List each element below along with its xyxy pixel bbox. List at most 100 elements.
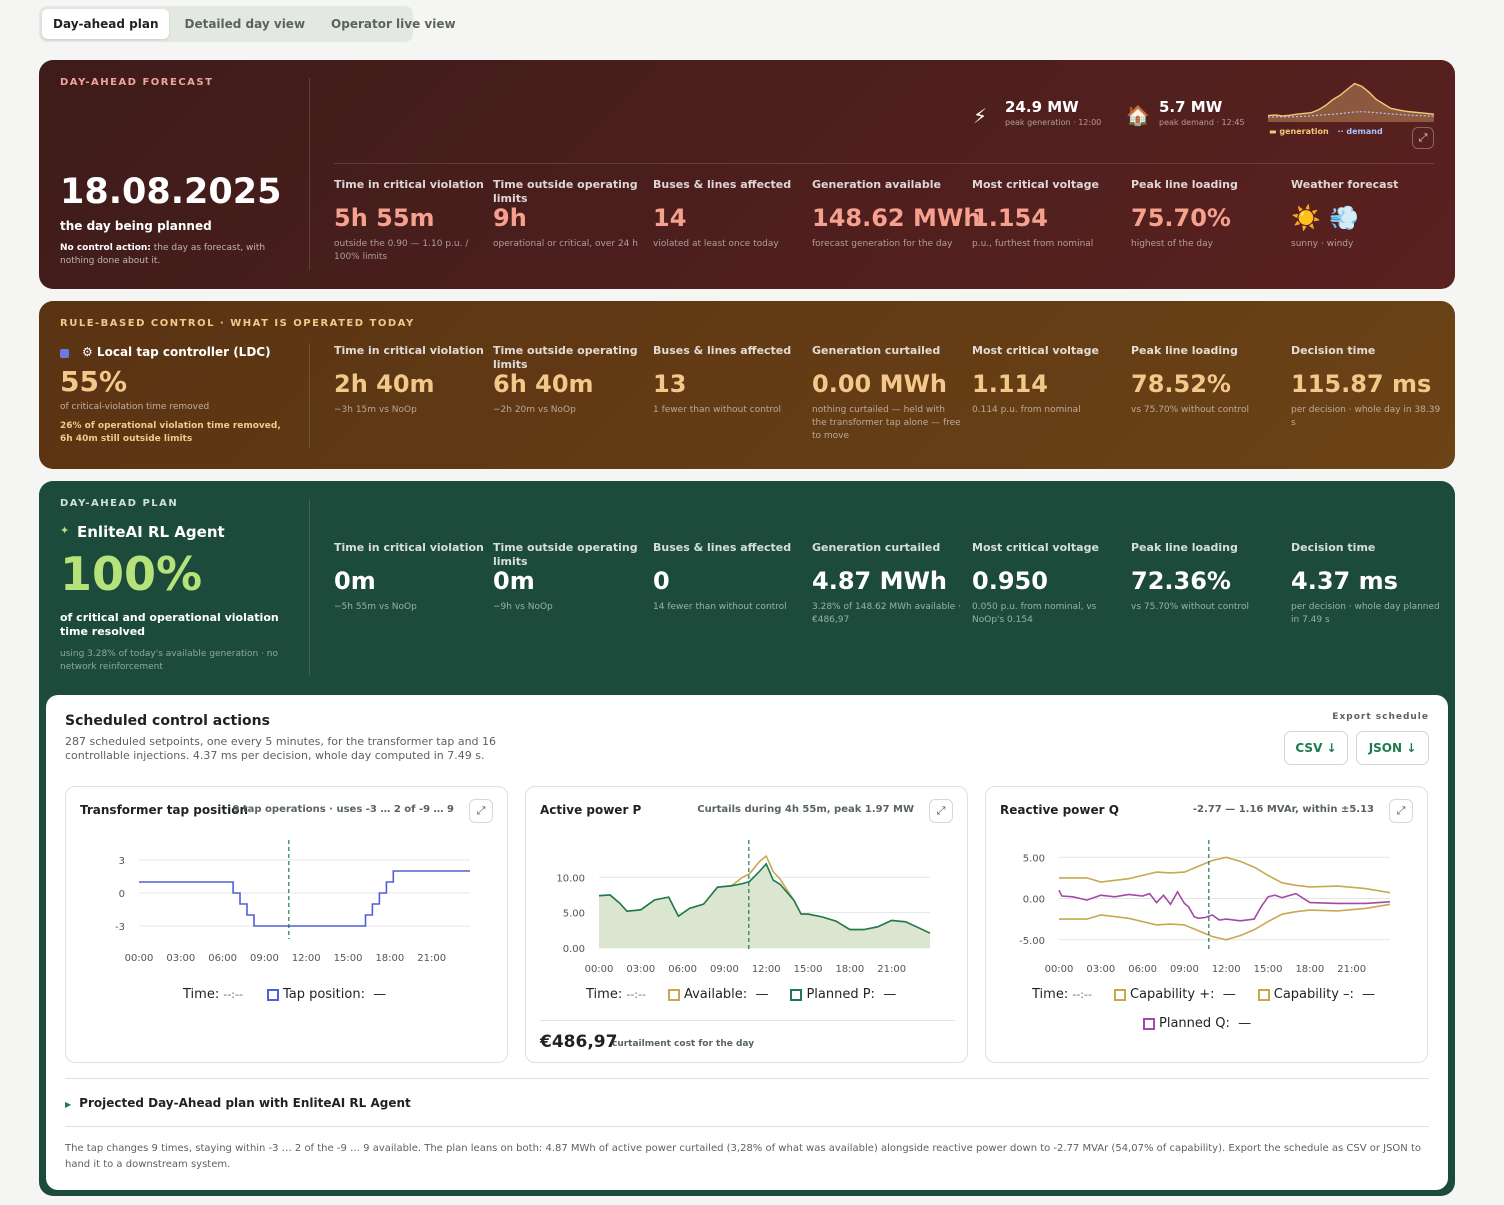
projected-plan-toggle[interactable]: ▶ Projected Day-Ahead plan with EnliteAI … — [65, 1096, 411, 1110]
expand-icon[interactable]: ⤢ — [1412, 127, 1434, 149]
x-tick-label: 15:00 — [334, 953, 363, 964]
q-panel-title: Reactive power Q — [1000, 803, 1119, 817]
kpi-subtext: forecast generation for the day — [812, 239, 953, 249]
y-tick-label: -3 — [115, 922, 125, 933]
expand-icon[interactable]: ⤢ — [929, 799, 953, 823]
plan-pct: 100% — [60, 547, 203, 601]
x-tick-label: 15:00 — [794, 964, 823, 975]
legend-planned-q-label: Planned Q: — [1159, 1016, 1230, 1031]
x-tick-label: 06:00 — [208, 953, 237, 964]
x-tick-label: 12:00 — [1212, 964, 1241, 975]
tap-position-chart[interactable]: 3 0 -3 00:00 03:00 06:00 09:00 12:00 15:00 18:00 2… — [66, 837, 509, 987]
rule-note: 26% of operational violation time remove… — [60, 421, 281, 444]
kpi-subtext: highest of the day — [1131, 239, 1213, 249]
tab-operator-live-view[interactable]: Operator live view — [320, 9, 467, 39]
kpi-forecast-4: Most critical voltage 1.154 p.u., furthest… — [972, 178, 1122, 249]
x-tick-label: 00:00 — [125, 953, 154, 964]
peak-generation-value: 24.9 MW — [1005, 98, 1079, 116]
kpi-value: ☀️ 💨 — [1291, 204, 1360, 232]
kpi-value: 5h 55m — [334, 204, 435, 232]
x-tick-label: 03:00 — [166, 953, 195, 964]
schedule-footer: The tap changes 9 times, staying within … — [65, 1143, 1421, 1170]
kpi-subtext: 14 fewer than without control — [653, 602, 787, 612]
legend-swatch-cap-minus — [1257, 988, 1270, 1001]
capability-plus-line — [1059, 856, 1391, 894]
reactive-power-chart[interactable]: 5.00 0.00 -5.00 00:00 03:00 06:00 09:00 12:00 15… — [986, 837, 1429, 987]
kpi-label: Peak line loading — [1131, 344, 1238, 357]
kpi-value: 78.52% — [1131, 370, 1231, 398]
kpi-value: 75.70% — [1131, 204, 1231, 232]
peak-generation-caption: peak generation · 12:00 — [1005, 118, 1102, 127]
legend-swatch-cap-plus — [1113, 988, 1126, 1001]
forecast-note: No control action: the day as forecast, … — [60, 242, 275, 268]
kpi-plan-4: Most critical voltage 0.950 0.050 p.u. fro… — [972, 541, 1122, 625]
x-tick-label: 00:00 — [1045, 964, 1074, 975]
kpi-label: Time in critical violation — [334, 344, 484, 357]
kpi-label: Buses & lines affected — [653, 541, 792, 554]
x-tick-label: 12:00 — [752, 964, 781, 975]
legend-planned-p-label: Planned P: — [806, 987, 875, 1002]
kpi-value: 115.87 ms — [1291, 370, 1432, 398]
peak-demand-caption: peak demand · 12:45 — [1159, 118, 1245, 127]
x-tick-label: 21:00 — [1337, 964, 1366, 975]
x-tick-label: 09:00 — [1170, 964, 1199, 975]
export-csv-button[interactable]: CSV ↓ — [1284, 731, 1348, 765]
tap-legend: Time: --:-- Tap position: — — [183, 987, 386, 1002]
kpi-value: 0m — [493, 567, 535, 595]
kpi-value: 0.00 MWh — [812, 370, 948, 398]
x-tick-label: 15:00 — [1254, 964, 1283, 975]
tap-position-line — [139, 870, 470, 927]
legend-available-value: — — [755, 987, 769, 1002]
kpi-subtext: per decision · whole day in 38.39 s — [1291, 405, 1441, 428]
kpi-value: 0 — [653, 567, 670, 595]
active-power-chart[interactable]: 10.00 5.00 0.0000:00 03:00 06:00 09:00 12:00 15… — [526, 837, 969, 987]
kpi-plan-3: Generation curtailed 4.87 MWh 3.28% of 148… — [812, 541, 962, 625]
kpi-subtext: sunny · windy — [1291, 239, 1354, 249]
tab-day-ahead-plan[interactable]: Day-ahead plan — [42, 9, 170, 39]
kpi-value: 14 — [653, 204, 687, 232]
kpi-rule-6: Decision time 115.87 ms per decision · who… — [1291, 344, 1441, 428]
kpi-plan-2: Buses & lines affected 0 14 fewer than wit… — [653, 541, 803, 612]
kpi-label: Decision time — [1291, 541, 1376, 554]
expand-icon[interactable]: ⤢ — [1389, 799, 1413, 823]
plan-eyebrow: DAY-AHEAD PLAN — [60, 498, 179, 509]
kpi-value: 9h — [493, 204, 527, 232]
capability-minus-line — [1059, 903, 1391, 941]
legend-time-value: --:-- — [1072, 988, 1092, 1001]
forecast-date-caption: the day being planned — [60, 219, 212, 233]
y-tick-label: 5.00 — [563, 909, 585, 920]
legend-tap-label: Tap position: — [282, 987, 365, 1002]
kpi-forecast-3: Generation available 148.62 MWh forecast g… — [812, 178, 980, 249]
projected-plan-label: Projected Day-Ahead plan with EnliteAI R… — [79, 1096, 411, 1110]
legend-available-label: Available: — [683, 987, 748, 1002]
kpi-label: Time outside operating limits — [493, 344, 638, 371]
rule-pct-caption: of critical-violation time removed — [60, 402, 210, 412]
y-tick-label: 0.00 — [563, 944, 585, 955]
export-json-button[interactable]: JSON ↓ — [1356, 731, 1429, 765]
house-icon: 🏠 — [1126, 105, 1150, 127]
kpi-subtext: 0.050 p.u. from nominal, vs NoOp's 0.154 — [972, 602, 1097, 625]
kpi-subtext: 1 fewer than without control — [653, 405, 781, 415]
kpi-value: 0m — [334, 567, 376, 595]
kpi-label: Weather forecast — [1291, 178, 1399, 191]
kpi-label: Generation curtailed — [812, 541, 941, 554]
tab-detailed-day-view[interactable]: Detailed day view — [173, 9, 316, 39]
forecast-band: DAY-AHEAD FORECAST 18.08.2025 the day be… — [39, 60, 1455, 289]
rule-eyebrow: RULE-BASED CONTROL · WHAT IS OPERATED TO… — [60, 318, 415, 329]
kpi-rule-0: Time in critical violation 2h 40m −3h 15m … — [334, 344, 484, 415]
x-tick-label: 00:00 — [585, 964, 614, 975]
expand-icon[interactable]: ⤢ — [469, 799, 493, 823]
legend-cap-minus-label: Capability –: — [1273, 987, 1354, 1002]
kpi-value: 2h 40m — [334, 370, 435, 398]
curtailment-cost-value: €486,97 — [540, 1032, 618, 1052]
kpi-subtext: outside the 0.90 — 1.10 p.u. / 100% limi… — [334, 239, 469, 262]
kpi-value: 4.37 ms — [1291, 567, 1398, 595]
kpi-rule-3: Generation curtailed 0.00 MWh nothing curt… — [812, 344, 962, 441]
active-power-panel: Active power P Curtails during 4h 55m, p… — [525, 786, 968, 1063]
x-tick-label: 12:00 — [292, 953, 321, 964]
kpi-subtext: −3h 15m vs NoOp — [334, 405, 417, 415]
q-legend-row1: Time: --:-- Capability +: — Capability –… — [1032, 987, 1375, 1002]
kpi-plan-6: Decision time 4.37 ms per decision · whole… — [1291, 541, 1441, 625]
legend-swatch-tap — [266, 988, 279, 1001]
kpi-label: Peak line loading — [1131, 178, 1238, 191]
